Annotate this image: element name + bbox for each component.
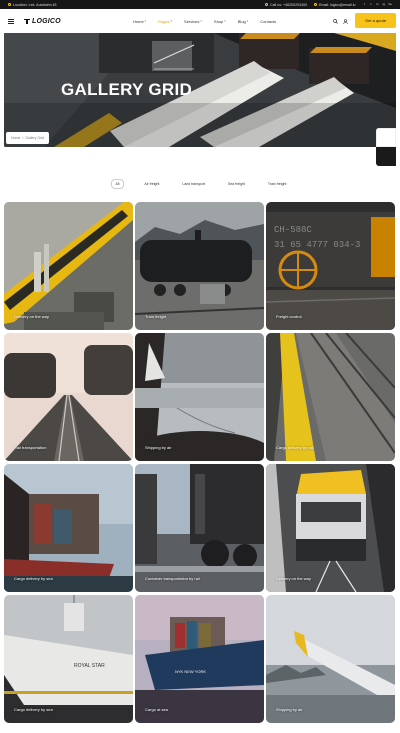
filter-train-freight[interactable]: Train freight	[265, 180, 290, 188]
nav-shop[interactable]: Shop ▾	[214, 19, 226, 24]
email-text[interactable]: Email: logico@email.io	[319, 3, 355, 7]
linkedin-icon[interactable]: in	[376, 2, 380, 7]
chevron-down-icon: ▾	[246, 19, 249, 23]
gallery-caption: Delivery on the way	[276, 576, 311, 581]
facebook-icon[interactable]: f	[363, 2, 367, 7]
search-icon[interactable]	[333, 18, 338, 24]
location-text: Location: Lek. Autobahn 45	[13, 2, 57, 7]
svg-text:CH-588C: CH-588C	[274, 225, 312, 235]
site-logo[interactable]: LOGICO	[24, 18, 61, 25]
gallery-image	[4, 464, 133, 592]
gallery-caption: Cargo delivery by rail	[276, 445, 314, 450]
gallery-image	[266, 595, 395, 723]
filter-sea-freight[interactable]: Sea freight	[225, 180, 248, 188]
gallery-item[interactable]: Cargo delivery by rail	[266, 333, 395, 461]
social-links: f x in ig be	[363, 2, 393, 7]
gallery-item[interactable]: NYK NEW YORK Cargo at sea	[135, 595, 264, 723]
user-icon[interactable]	[343, 18, 348, 24]
gallery-image	[266, 464, 395, 592]
gallery-caption: Cargo at sea	[145, 707, 168, 712]
location-info: Location: Lek. Autobahn 45	[8, 3, 57, 7]
nav-pages-label[interactable]: Pages	[158, 19, 169, 24]
chevron-down-icon: ▾	[224, 19, 226, 23]
breadcrumb: Home / Gallery Grid	[6, 132, 49, 144]
breadcrumb-separator: /	[22, 136, 24, 140]
gallery-item[interactable]: Shipping by air	[266, 595, 395, 723]
gallery-image: CH-588C 31 65 4777 034-3	[266, 202, 395, 330]
chevron-down-icon: ▾	[144, 19, 147, 23]
nav-blog[interactable]: Blog ▾	[238, 19, 249, 24]
phone-icon	[265, 3, 269, 6]
behance-icon[interactable]: be	[389, 2, 393, 7]
gallery-image	[135, 464, 264, 592]
gallery-image	[135, 333, 264, 461]
gallery-image: ROYAL STAR	[4, 595, 133, 723]
gallery-item[interactable]: Cargo delivery by sea	[4, 464, 133, 592]
phone-text[interactable]: Call us: +46200203400	[270, 3, 307, 7]
logo-mark-icon	[24, 18, 30, 24]
main-nav: Home ▾ Pages ▾ Services ▾ Shop ▾ Blog ▾ Conta…	[133, 9, 276, 33]
logo-text: LOGICO	[32, 17, 61, 25]
page-hero: GALLERY GRID	[4, 33, 396, 147]
nav-contacts[interactable]: Contacts	[260, 19, 276, 24]
nav-home[interactable]: Home ▾	[133, 19, 146, 24]
gallery-caption: Cargo delivery by sea	[14, 576, 53, 581]
breadcrumb-home[interactable]: Home	[11, 136, 20, 140]
gallery-item[interactable]: Rail transportation	[4, 333, 133, 461]
gallery-image	[266, 333, 395, 461]
location-pin-icon	[8, 3, 11, 6]
nav-contacts-label[interactable]: Contacts	[260, 19, 276, 24]
filter-all[interactable]: All	[110, 179, 125, 189]
gallery-item[interactable]: Container transportation by rail	[135, 464, 264, 592]
gallery-caption: Delivery on the way	[14, 314, 49, 319]
side-widget-light[interactable]	[376, 128, 396, 147]
gallery-image	[4, 202, 133, 330]
gallery-image	[135, 202, 264, 330]
gallery-item[interactable]: Delivery on the way	[4, 202, 133, 330]
gallery-item[interactable]: Shipping by air	[135, 333, 264, 461]
nav-services-label[interactable]: Services	[184, 19, 199, 24]
side-widget[interactable]	[376, 128, 396, 166]
gallery-item[interactable]: ROYAL STAR Cargo delivery by sea	[4, 595, 133, 723]
nav-blog-label[interactable]: Blog	[238, 19, 246, 24]
svg-text:31 65 4777 034-3: 31 65 4777 034-3	[274, 240, 360, 250]
instagram-icon[interactable]: ig	[382, 2, 386, 7]
gallery-caption: Container transportation by rail	[145, 576, 200, 581]
phone-info[interactable]: Call us: +46200203400	[265, 3, 307, 7]
nav-shop-label[interactable]: Shop	[214, 19, 223, 24]
svg-text:NYK NEW YORK: NYK NEW YORK	[175, 669, 206, 674]
gallery-filters: All Air freight Land transport Sea freig…	[0, 177, 400, 191]
svg-text:ROYAL STAR: ROYAL STAR	[74, 663, 105, 669]
gallery-image	[4, 333, 133, 461]
gallery-caption: Rail transportation	[14, 445, 47, 450]
nav-services[interactable]: Services ▾	[184, 19, 202, 24]
gallery-caption: Shipping by air	[145, 445, 172, 450]
gallery-item[interactable]: CH-588C 31 65 4777 034-3 Freight control	[266, 202, 395, 330]
gallery-caption: Freight control	[276, 314, 302, 319]
gallery-caption: Shipping by air	[276, 707, 303, 712]
chevron-down-icon: ▾	[170, 19, 173, 23]
gallery-caption: Train freight	[145, 314, 167, 319]
gallery-caption: Cargo delivery by sea	[14, 707, 53, 712]
side-widget-dark[interactable]	[376, 147, 396, 166]
filter-air-freight[interactable]: Air freight	[141, 180, 162, 188]
site-header: LOGICO Home ▾ Pages ▾ Services ▾ Shop ▾ Blog…	[0, 9, 400, 33]
filter-land-transport[interactable]: Land transport	[179, 180, 208, 188]
gallery-item[interactable]: Train freight	[135, 202, 264, 330]
breadcrumb-current: Gallery Grid	[25, 136, 44, 140]
page-title: GALLERY GRID	[61, 80, 193, 99]
x-twitter-icon[interactable]: x	[369, 2, 373, 7]
top-info-bar: Location: Lek. Autobahn 45 Call us: +462…	[0, 0, 400, 9]
get-quote-button[interactable]: Get a quote	[355, 13, 396, 28]
gallery-image: NYK NEW YORK	[135, 595, 264, 723]
chevron-down-icon: ▾	[200, 19, 202, 23]
email-info[interactable]: Email: logico@email.io	[314, 3, 356, 7]
nav-pages[interactable]: Pages ▾	[158, 19, 172, 24]
gallery-item[interactable]: Delivery on the way	[266, 464, 395, 592]
nav-home-label[interactable]: Home	[133, 19, 144, 24]
menu-hamburger-icon[interactable]	[8, 18, 14, 24]
mail-icon	[314, 3, 318, 6]
